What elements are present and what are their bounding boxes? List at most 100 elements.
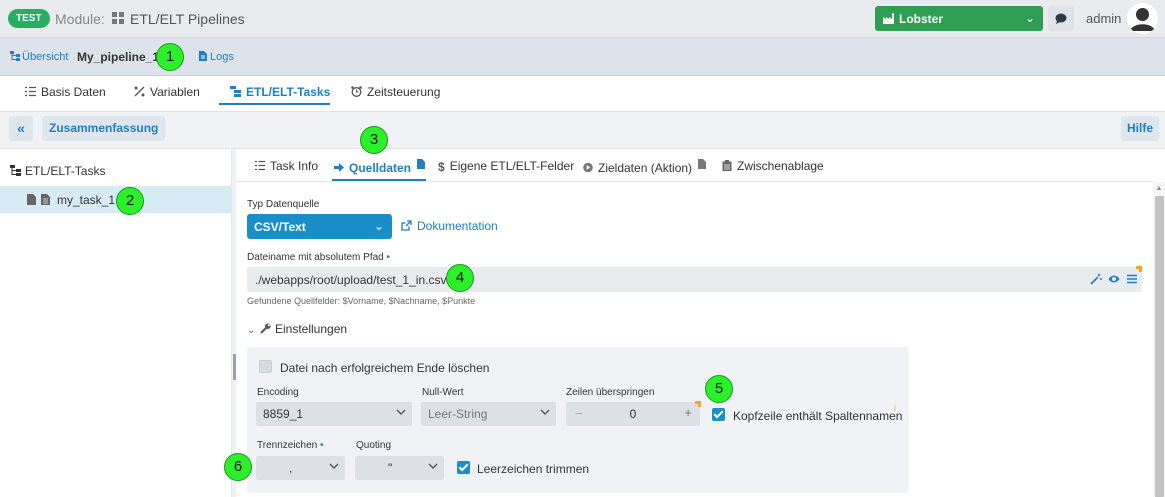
quoting-label: Quoting <box>356 440 392 451</box>
file-path-input[interactable]: ./webapps/root/upload/test_1_in.csv <box>247 267 1142 292</box>
magic-wand-icon[interactable] <box>1090 273 1102 285</box>
tenant-select[interactable]: Lobster ⌄ <box>875 6 1043 31</box>
source-type-value: CSV/Text <box>254 220 306 234</box>
annotation-marker-4: 4 <box>446 264 474 292</box>
annotation-marker-2: 2 <box>116 187 144 215</box>
chevron-down-icon <box>329 463 339 469</box>
external-link-icon <box>401 220 412 231</box>
chat-icon <box>1055 13 1067 24</box>
logs-link[interactable]: Logs <box>198 51 234 63</box>
scrollbar-thumb[interactable] <box>1155 196 1164 497</box>
source-type-select[interactable]: CSV/Text ⌄ <box>247 214 392 239</box>
help-button[interactable]: Hilfe <box>1121 116 1160 141</box>
tab-label: Zeitsteuerung <box>367 85 441 99</box>
overview-link-label: Übersicht <box>22 51 69 63</box>
file-text-icon <box>41 194 50 205</box>
tab-eigene-felder[interactable]: $ Eigene ETL/ELT-Felder <box>438 159 575 174</box>
list-icon <box>255 160 265 171</box>
null-value-select[interactable]: Leer-String <box>421 402 556 426</box>
tab-label: Variablen <box>150 85 200 99</box>
tab-label: Basis Daten <box>41 85 106 99</box>
tab-label: Quelldaten <box>349 161 412 175</box>
separator-label: Trennzeichen • <box>257 440 324 451</box>
tab-quelldaten[interactable]: Quelldaten <box>334 159 426 175</box>
file-path-value: ./webapps/root/upload/test_1_in.csv <box>255 273 447 287</box>
tab-zieldaten[interactable]: Zieldaten (Aktion) <box>583 159 707 175</box>
increment-button[interactable]: + <box>684 405 692 420</box>
tab-task-info[interactable]: Task Info <box>255 159 318 173</box>
source-type-label: Typ Datenquelle <box>247 199 320 210</box>
chevron-down-icon <box>428 463 438 469</box>
documentation-link[interactable]: Dokumentation <box>401 219 498 233</box>
skip-lines-label: Zeilen überspringen <box>566 387 655 398</box>
sitemap-icon <box>10 165 21 176</box>
chevron-down-icon: ⌄ <box>1024 11 1035 25</box>
found-fields-hint: Gefundene Quellfelder: $Vorname, $Nachna… <box>247 296 476 306</box>
arrow-right-icon <box>334 163 344 172</box>
null-value-label: Null-Wert <box>422 387 464 398</box>
tasks-icon <box>230 86 241 97</box>
user-icon <box>1127 3 1158 34</box>
tab-zeitsteuerung[interactable]: Zeitsteuerung <box>351 85 440 99</box>
avatar[interactable] <box>1127 3 1158 34</box>
tenant-select-value: Lobster <box>899 12 944 26</box>
eye-icon[interactable] <box>1108 273 1120 285</box>
file-icon <box>199 51 207 61</box>
sitemap-icon <box>10 51 20 61</box>
overview-link[interactable]: Übersicht <box>10 51 68 63</box>
list-icon <box>25 86 36 97</box>
annotation-marker-1: 1 <box>156 43 184 71</box>
separator-select[interactable]: , <box>256 456 345 480</box>
skip-lines-stepper[interactable]: − 0 + <box>566 402 700 426</box>
delete-after-checkbox[interactable] <box>259 360 272 373</box>
modified-corner-mark <box>1136 266 1142 272</box>
separator-label-text: Trennzeichen <box>257 440 318 451</box>
user-name[interactable]: admin <box>1086 11 1121 26</box>
menu-icon[interactable] <box>1126 273 1138 285</box>
logs-link-label: Logs <box>210 51 234 63</box>
settings-toggle-label: Einstellungen <box>275 322 348 336</box>
play-circle-icon <box>583 162 593 173</box>
separator-value: , <box>289 461 293 475</box>
file-path-label: Dateiname mit absolutem Pfad • <box>247 252 390 263</box>
dollar-icon: $ <box>438 160 445 174</box>
tab-etl-elt-tasks[interactable]: ETL/ELT-Tasks <box>230 85 330 99</box>
header-row-label: Kopfzeile enthält Spaltennamen <box>733 409 903 423</box>
header-row-checkbox[interactable] <box>712 408 725 421</box>
tree-item-label: my_task_1 <box>57 193 116 207</box>
file-icon <box>417 159 426 169</box>
info-icon[interactable]: i <box>894 403 896 413</box>
annotation-marker-6: 6 <box>224 453 252 481</box>
top-bar: TEST Module: ETL/ELT Pipelines Lobster ⌄… <box>0 0 1165 38</box>
tab-basis-daten[interactable]: Basis Daten <box>25 85 106 99</box>
tree-root[interactable]: ETL/ELT-Tasks <box>10 164 105 178</box>
tab-label: ETL/ELT-Tasks <box>246 85 331 99</box>
chevron-down-icon <box>396 409 406 415</box>
alarm-clock-icon <box>351 86 362 97</box>
tab-label: Eigene ETL/ELT-Felder <box>449 159 575 173</box>
chat-button[interactable] <box>1048 6 1074 31</box>
modified-corner-mark <box>695 401 701 407</box>
tab-label: Zieldaten (Aktion) <box>598 161 693 175</box>
chevron-down-icon <box>540 409 550 415</box>
trim-checkbox[interactable] <box>457 461 470 474</box>
skip-lines-value: 0 <box>629 407 637 421</box>
file-path-label-text: Dateiname mit absolutem Pfad <box>247 252 384 263</box>
scroll-up-arrow[interactable]: ▲ <box>1155 185 1163 192</box>
pipeline-icon <box>112 12 124 24</box>
main-tabs: Basis Daten Variablen ETL/ELT-Tasks Zeit… <box>0 76 1165 112</box>
settings-toggle[interactable]: ⌄ Einstellungen <box>247 322 347 336</box>
tab-variablen[interactable]: Variablen <box>134 85 200 99</box>
tab-label: Task Info <box>270 159 319 173</box>
collapse-panel-button[interactable]: « <box>9 116 33 141</box>
tab-label: Zwischenablage <box>737 159 824 173</box>
quoting-select[interactable]: " <box>355 456 444 480</box>
required-mark: • <box>386 252 391 263</box>
clipboard-icon <box>722 160 732 171</box>
chevron-down-icon: ⌄ <box>373 219 384 233</box>
tab-zwischenablage[interactable]: Zwischenablage <box>722 159 824 173</box>
encoding-select[interactable]: 8859_1 <box>256 402 412 426</box>
delete-after-label: Datei nach erfolgreichem Ende löschen <box>280 361 490 375</box>
summary-button[interactable]: Zusammenfassung <box>42 116 166 141</box>
wrench-icon <box>260 323 271 334</box>
